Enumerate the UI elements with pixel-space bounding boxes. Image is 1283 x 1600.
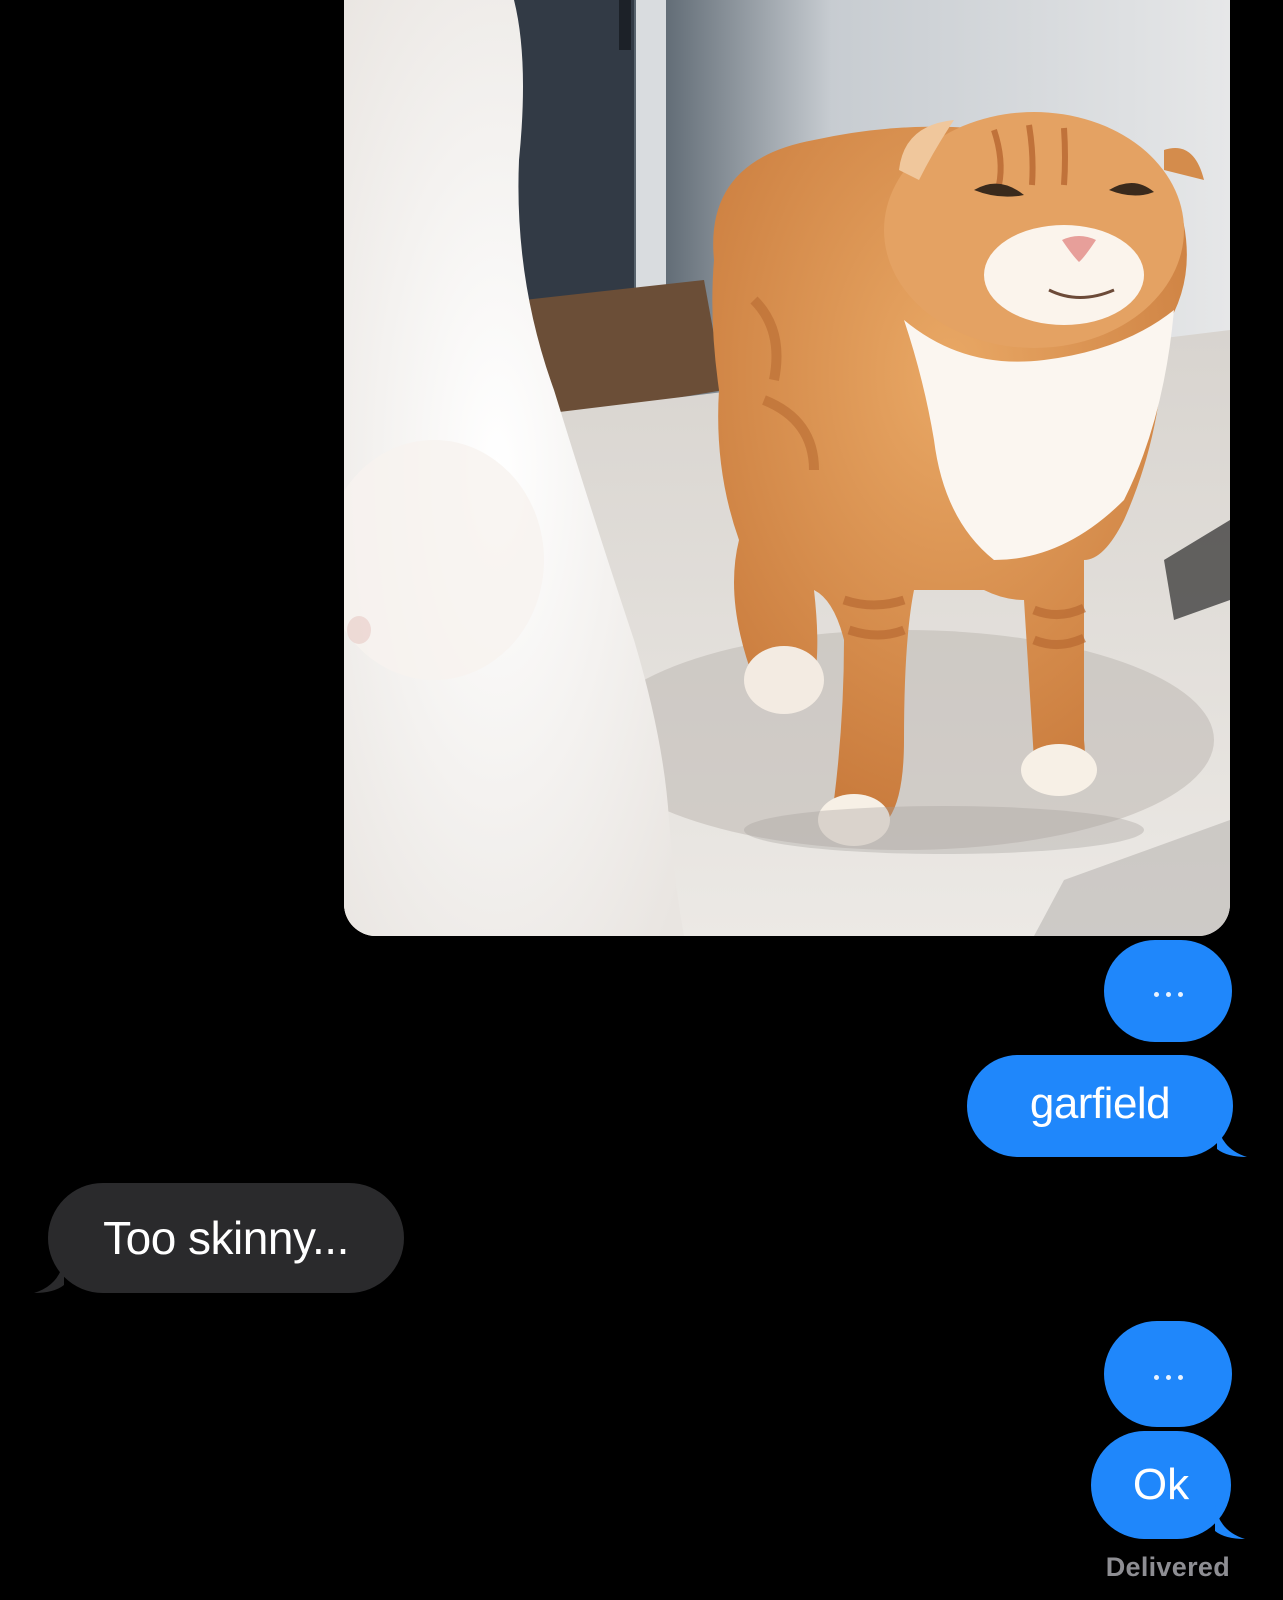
outgoing-message-bubble[interactable]: garfield [967, 1055, 1247, 1157]
delivery-status: Delivered [1105, 1552, 1230, 1582]
message-text: Ok [1132, 1460, 1190, 1509]
ellipsis-icon [1153, 991, 1183, 997]
typing-indicator-bubble [1104, 940, 1232, 1042]
cat-photo-image [344, 0, 1230, 936]
typing-indicator-bubble [1104, 1321, 1232, 1427]
bubble-tail-icon [34, 1259, 64, 1293]
outgoing-message-bubble[interactable]: Ok [1091, 1431, 1245, 1539]
message-text: Too skinny... [103, 1212, 349, 1264]
message-text: garfield [1029, 1079, 1171, 1128]
bubble-tail-icon [1217, 1123, 1247, 1157]
photo-message[interactable] [344, 0, 1230, 936]
ellipsis-icon [1153, 1374, 1183, 1380]
bubble-tail-icon [1215, 1505, 1245, 1539]
incoming-message-bubble[interactable]: Too skinny... [34, 1183, 404, 1293]
message-thread: garfield Too skinny... Ok Delivered [0, 0, 1283, 1600]
